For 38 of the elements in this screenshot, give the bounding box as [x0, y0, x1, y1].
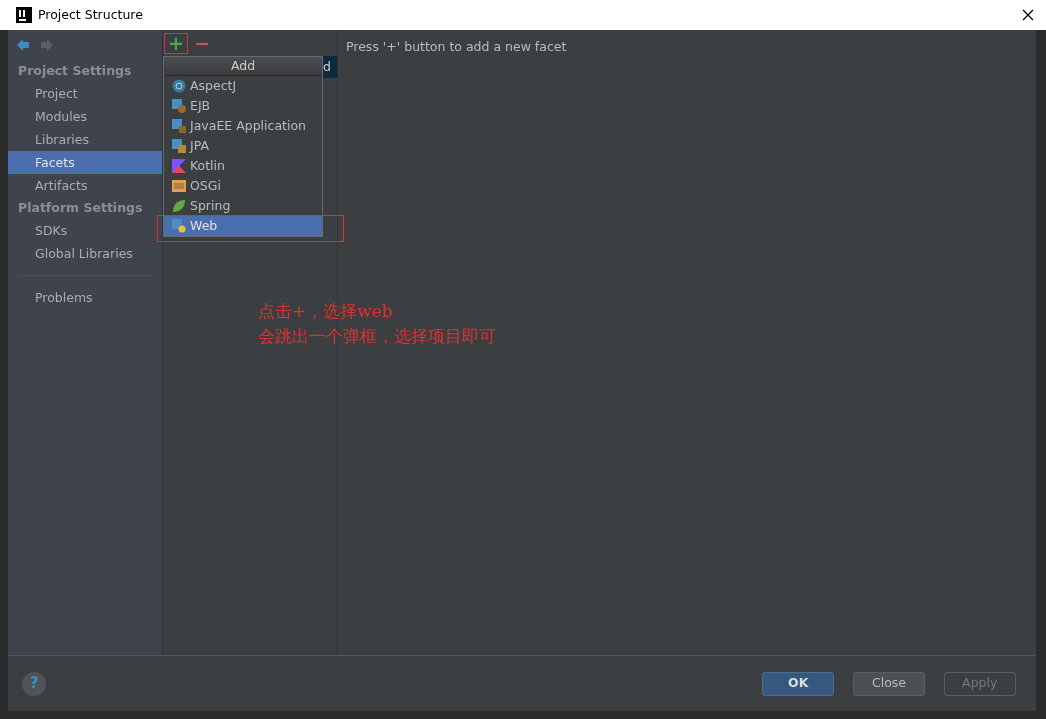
- popup-title: Add: [164, 57, 322, 76]
- sidebar-item[interactable]: Modules: [8, 105, 162, 128]
- sidebar-item[interactable]: Project: [8, 82, 162, 105]
- bean-icon: [172, 99, 186, 113]
- back-arrow-icon[interactable]: [16, 38, 30, 52]
- highlight-box: [164, 33, 188, 54]
- web-module-icon: [172, 219, 186, 233]
- sidebar-item[interactable]: SDKs: [8, 219, 162, 242]
- dialog-button[interactable]: Close: [853, 671, 925, 696]
- menu-item[interactable]: EJB: [164, 96, 322, 116]
- menu-item[interactable]: Web: [164, 216, 322, 236]
- dialog-button[interactable]: OK: [762, 671, 835, 696]
- annotation-text: 会跳出一个弹框，选择项目即可: [258, 325, 496, 348]
- module-icon: [172, 119, 186, 133]
- database-icon: [172, 139, 186, 153]
- remove-button[interactable]: −: [191, 32, 213, 54]
- section-heading: Project Settings: [17, 62, 133, 80]
- sidebar-item[interactable]: Artifacts: [8, 174, 162, 197]
- menu-item[interactable]: Kotlin: [164, 156, 322, 176]
- menu-item[interactable]: JavaEE Application: [164, 116, 322, 136]
- hint-text: Press '+' button to add a new facet: [346, 39, 567, 54]
- kotlin-icon: [172, 159, 186, 173]
- section-heading: Platform Settings: [17, 199, 144, 217]
- sidebar-item[interactable]: Problems: [8, 286, 162, 309]
- app-icon: [16, 7, 32, 23]
- osgi-icon: [172, 179, 186, 193]
- add-button[interactable]: +: [165, 32, 187, 54]
- menu-item[interactable]: Spring: [164, 196, 322, 216]
- sidebar-item[interactable]: Libraries: [8, 128, 162, 151]
- sidebar-item[interactable]: Global Libraries: [8, 242, 162, 265]
- menu-item[interactable]: OSGi: [164, 176, 322, 196]
- menu-item[interactable]: AspectJ: [164, 76, 322, 96]
- sidebar-item[interactable]: Facets: [8, 151, 162, 174]
- menu-item[interactable]: JPA: [164, 136, 322, 156]
- window-title: Project Structure: [38, 5, 144, 24]
- leaf-icon: [172, 199, 186, 213]
- annotation-text: 点击+，选择web: [258, 300, 394, 323]
- forward-arrow-icon[interactable]: [40, 38, 54, 52]
